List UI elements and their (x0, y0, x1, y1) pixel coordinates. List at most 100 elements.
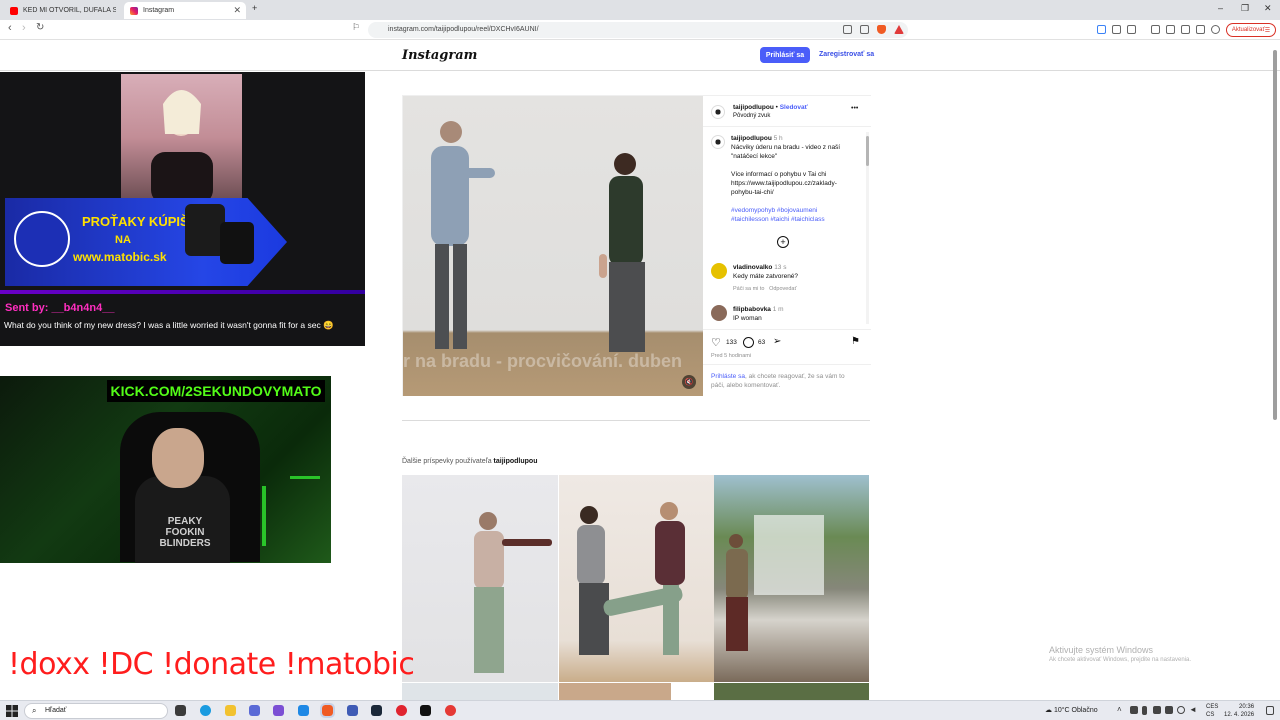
music-icon[interactable] (1151, 25, 1160, 34)
update-button[interactable]: Aktualizovať ☰ (1226, 23, 1276, 37)
app-icon[interactable] (445, 705, 456, 716)
audio-label[interactable]: Pôvodný zvuk (733, 113, 770, 119)
minimize-button[interactable]: – (1218, 3, 1223, 13)
network-icon[interactable] (1177, 706, 1185, 714)
brave-icon[interactable] (320, 703, 335, 718)
notifications-icon[interactable] (1266, 706, 1274, 715)
leo-icon[interactable] (1196, 25, 1205, 34)
share-icon[interactable]: ➢ (773, 336, 781, 347)
comments-scrollbar[interactable] (866, 132, 869, 324)
chat-commands: !doxx !DC !donate !matobic (8, 647, 415, 682)
window-close-button[interactable]: ✕ (1264, 3, 1272, 14)
tray-app-icon[interactable] (1165, 706, 1173, 714)
microphone-icon[interactable] (1142, 706, 1147, 715)
volume-icon[interactable]: ◄ (1189, 705, 1197, 714)
caption-author[interactable]: taijipodlupou (731, 135, 772, 142)
caption-avatar[interactable] (711, 135, 725, 149)
comment-user[interactable]: filipbabovka (733, 306, 771, 313)
more-options-icon[interactable]: ••• (851, 105, 858, 112)
tab-youtube[interactable]: KEĎ MI OTVORIL, DÚFALA SOM, ŽE... (4, 2, 122, 19)
app-icon[interactable] (273, 705, 284, 716)
obs-icon[interactable] (420, 705, 431, 716)
save-icon[interactable]: ⚑ (851, 336, 860, 347)
comment-user[interactable]: vladinovalko (733, 264, 772, 271)
maximize-button[interactable]: ❐ (1241, 3, 1249, 14)
reply-link[interactable]: Odpovedať (769, 286, 796, 292)
vpn-icon[interactable] (1211, 25, 1220, 34)
extensions-icon[interactable] (1112, 25, 1121, 34)
speech-icon[interactable] (1097, 25, 1106, 34)
cast-icon[interactable] (843, 25, 852, 34)
register-link[interactable]: Zaregistrovať sa (819, 51, 874, 58)
mute-icon[interactable]: 🔇 (682, 375, 696, 389)
post-thumbnail[interactable] (714, 475, 869, 682)
url-field[interactable]: instagram.com/taijipodlupou/reel/DXCHvI6… (368, 22, 908, 38)
post-thumbnail[interactable] (559, 475, 714, 682)
commenter-avatar[interactable] (711, 263, 727, 279)
comments-scroll-thumb[interactable] (866, 136, 869, 166)
hashtags[interactable]: #taichilesson #taichi #taichiclass (731, 215, 861, 224)
post-thumbnail[interactable] (559, 683, 671, 701)
share-icon[interactable] (860, 25, 869, 34)
brave-rewards-icon[interactable] (894, 25, 904, 34)
page-scrollbar[interactable] (1272, 42, 1278, 698)
heart-icon[interactable]: ♡ (711, 336, 721, 349)
login-prompt: Prihláste sa, ak chcete reagovať, že sa … (711, 373, 867, 390)
steam-icon[interactable] (371, 705, 382, 716)
video-caption: r na bradu - procvičování. duben (403, 351, 683, 371)
tab-instagram[interactable]: Instagram ✕ (124, 2, 246, 19)
rgb-light (262, 486, 266, 546)
file-explorer-icon[interactable] (225, 705, 236, 716)
sponsor-banner: PROŤAKY KÚPIŠ NA www.matobic.sk (5, 198, 287, 286)
commenter-avatar[interactable] (711, 305, 727, 321)
new-tab-button[interactable]: + (252, 3, 257, 13)
post-thumbnail[interactable] (714, 683, 869, 701)
caption-link[interactable]: https://www.taijipodlupou.cz/zaklady- (731, 179, 861, 188)
post-thumbnail[interactable] (402, 683, 558, 701)
app-icon[interactable] (347, 705, 358, 716)
sidebar-icon[interactable] (1166, 25, 1175, 34)
reload-icon[interactable]: ↻ (36, 22, 44, 33)
back-icon[interactable]: ‹ (8, 22, 12, 34)
alert-image (121, 74, 242, 204)
comment-icon[interactable] (743, 337, 754, 348)
weather-widget[interactable]: ☁ 10°C Oblačno (1045, 706, 1098, 714)
opera-icon[interactable] (396, 705, 407, 716)
author-avatar[interactable] (711, 105, 725, 119)
author-name[interactable]: taijipodlupou (733, 104, 774, 111)
tray-app-icon[interactable] (1153, 706, 1161, 714)
edge-icon[interactable] (200, 705, 211, 716)
page-scroll-thumb[interactable] (1273, 50, 1277, 420)
wallet-icon[interactable] (1127, 25, 1136, 34)
task-view-icon[interactable] (175, 705, 186, 716)
alert-sender: Sent by: __b4n4n4__ (5, 302, 115, 314)
windows-start-icon[interactable] (6, 705, 18, 717)
instagram-logo[interactable]: Instagram (402, 48, 477, 63)
clock[interactable]: 20:36 12. 4. 2026 (1224, 703, 1254, 719)
hashtags[interactable]: #vedomypohyb #bojovaumeni (731, 206, 861, 215)
reel-video[interactable]: r na bradu - procvičování. duben 🔇 (403, 96, 703, 396)
taskbar-search-field[interactable]: ⌕ Hľadať (24, 703, 168, 719)
login-button[interactable]: Prihlásiť sa (760, 47, 810, 63)
follow-link[interactable]: Sledovať (780, 104, 808, 111)
close-icon[interactable]: ✕ (233, 5, 241, 16)
language-indicator[interactable]: CES CS (1206, 703, 1218, 719)
clock-time: 20:36 (1239, 704, 1255, 710)
bookmark-icon[interactable]: ⚐ (352, 22, 360, 33)
login-prompt-link[interactable]: Prihláste sa (711, 373, 745, 380)
brave-shield-icon[interactable] (877, 25, 886, 34)
load-more-comments-icon[interactable]: + (777, 236, 789, 248)
caption-link[interactable]: pohybu-tai-chi/ (731, 188, 861, 197)
tray-app-icon[interactable] (1130, 706, 1138, 714)
post-thumbnail[interactable] (402, 475, 558, 682)
banner-text: www.matobic.sk (73, 250, 167, 264)
donation-alert-overlay: PROŤAKY KÚPIŠ NA www.matobic.sk Sent by:… (0, 72, 365, 346)
forward-icon[interactable]: › (22, 22, 26, 34)
like-comment-link[interactable]: Páči sa mi to (733, 286, 764, 292)
wallet2-icon[interactable] (1181, 25, 1190, 34)
tray-chevron-icon[interactable]: ˄ (1117, 705, 1122, 714)
url-text: instagram.com/taijipodlupou/reel/DXCHvI6… (388, 26, 539, 33)
app-icon[interactable] (298, 705, 309, 716)
store-icon[interactable] (249, 705, 260, 716)
more-posts-user[interactable]: taijipodlupou (494, 458, 538, 465)
